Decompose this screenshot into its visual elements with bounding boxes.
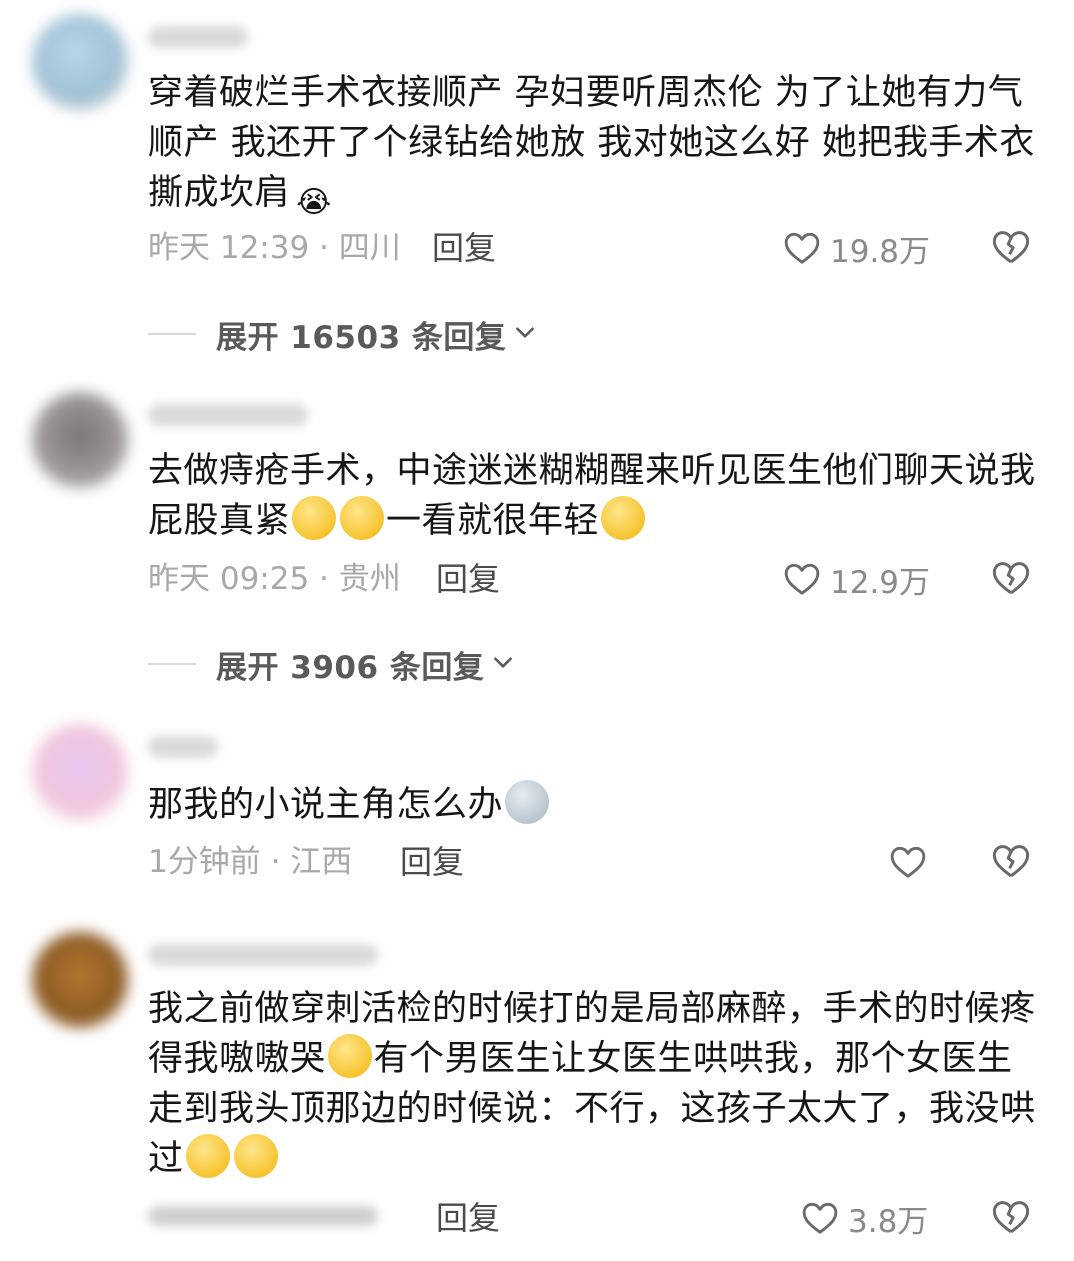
broken-heart-icon xyxy=(990,1196,1034,1238)
expand-replies-label: 展开 3906 条回复 xyxy=(216,649,485,686)
comment-text-part: 穿着破烂手术衣接顺产 孕妇要听周杰伦 为了让她有力气顺产 我还开了个绿钻给她放 … xyxy=(148,73,1035,213)
dislike-button[interactable] xyxy=(990,840,1034,884)
avatar[interactable] xyxy=(32,724,128,820)
comment-text: 穿着破烂手术衣接顺产 孕妇要听周杰伦 为了让她有力气顺产 我还开了个绿钻给她放 … xyxy=(148,68,1038,225)
heart-outline-icon xyxy=(800,1198,840,1238)
dislike-button[interactable] xyxy=(990,226,1034,270)
shocked-face-emoji-icon xyxy=(505,780,550,824)
shy-smile-emoji-icon xyxy=(340,496,385,540)
reply-button[interactable]: 回复 xyxy=(436,559,500,599)
chevron-down-icon xyxy=(512,319,538,349)
heart-outline-icon xyxy=(782,559,822,599)
username-blurred[interactable] xyxy=(148,944,378,966)
pleading-face-emoji-icon xyxy=(185,1134,230,1178)
broken-heart-icon xyxy=(990,557,1034,599)
expand-replies-label: 展开 16503 条回复 xyxy=(216,319,507,356)
avatar[interactable] xyxy=(32,392,128,488)
pleading-face-emoji-icon xyxy=(233,1134,278,1178)
heart-outline-icon xyxy=(888,842,928,882)
broken-heart-icon xyxy=(990,226,1034,268)
divider-line xyxy=(148,663,196,665)
reply-button[interactable]: 回复 xyxy=(432,228,496,268)
dislike-button[interactable] xyxy=(990,1196,1034,1240)
username-blurred[interactable] xyxy=(148,736,218,758)
broken-heart-icon xyxy=(990,840,1034,882)
expand-replies[interactable]: 展开 3906 条回复 xyxy=(148,644,516,686)
comment-text: 我之前做穿刺活检的时候打的是局部麻醉，手术的时候疼得我嗷嗷哭 有个男医生让女医生哄… xyxy=(148,984,1038,1184)
username-blurred[interactable] xyxy=(148,26,248,48)
heart-outline-icon xyxy=(782,228,822,268)
expand-replies[interactable]: 展开 16503 条回复 xyxy=(148,314,538,356)
like-button[interactable]: 12.9万 xyxy=(782,557,930,601)
reply-button[interactable]: 回复 xyxy=(436,1198,500,1238)
meta-blurred xyxy=(148,1206,378,1226)
comment-text: 那我的小说主角怎么办 xyxy=(148,780,1038,830)
divider-line xyxy=(148,333,196,335)
comment-meta: 1分钟前 · 江西 xyxy=(148,844,353,880)
avatar[interactable] xyxy=(32,14,128,110)
like-button[interactable] xyxy=(888,840,928,884)
shy-smile-emoji-icon xyxy=(601,496,646,540)
like-count: 19.8万 xyxy=(830,233,931,270)
like-count: 12.9万 xyxy=(830,564,931,601)
dislike-button[interactable] xyxy=(990,557,1034,601)
shy-smile-emoji-icon xyxy=(292,496,337,540)
like-count: 3.8万 xyxy=(848,1203,929,1240)
comment-meta: 昨天 12:39 · 四川 xyxy=(148,230,401,266)
like-button[interactable]: 3.8万 xyxy=(800,1196,928,1240)
chevron-down-icon xyxy=(490,649,516,679)
username-blurred[interactable] xyxy=(148,404,308,426)
comment-text-part: 那我的小说主角怎么办 xyxy=(148,785,504,825)
avatar[interactable] xyxy=(32,932,128,1028)
crying-emoji-icon: 😭 xyxy=(296,185,332,220)
reply-button[interactable]: 回复 xyxy=(400,842,464,882)
thinking-face-emoji-icon xyxy=(327,1034,372,1078)
like-button[interactable]: 19.8万 xyxy=(782,226,930,270)
comment-text: 去做痔疮手术，中途迷迷糊糊醒来听见医生他们聊天说我屁股真紧 一看就很年轻 xyxy=(148,446,1038,546)
comment-text-part: 一看就很年轻 xyxy=(386,501,600,541)
comment-meta: 昨天 09:25 · 贵州 xyxy=(148,561,401,597)
